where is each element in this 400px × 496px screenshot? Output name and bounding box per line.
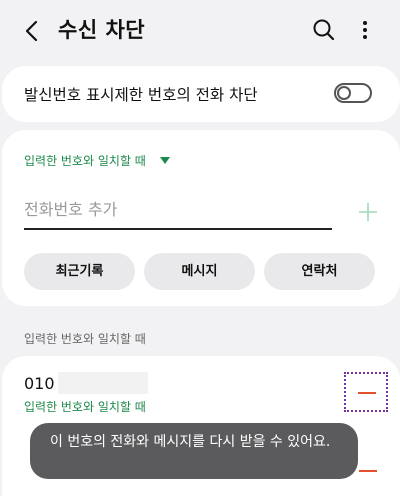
more-options-button[interactable]	[352, 16, 378, 44]
blocked-number: 010	[24, 374, 55, 393]
remove-number-button[interactable]	[344, 372, 388, 412]
app-header: 수신 차단	[0, 0, 400, 62]
blocked-list-section-label: 입력한 번호와 일치할 때	[24, 332, 146, 346]
contacts-button[interactable]: 연락처	[264, 253, 375, 290]
toast-message: 이 번호의 전화와 메시지를 다시 받을 수 있어요.	[30, 423, 358, 479]
toggle-knob	[337, 86, 351, 100]
more-vertical-icon	[363, 21, 367, 39]
page-title: 수신 차단	[58, 18, 146, 42]
add-number-card: 입력한 번호와 일치할 때 최근기록 메시지 연락처	[2, 130, 400, 306]
phone-number-input[interactable]	[24, 194, 332, 230]
blocked-number-condition: 입력한 번호와 일치할 때	[24, 400, 146, 414]
messages-button[interactable]: 메시지	[144, 253, 255, 290]
hide-number-block-label: 발신번호 표시제한 번호의 전화 차단	[24, 86, 258, 104]
add-number-button[interactable]	[356, 200, 380, 224]
recent-log-button[interactable]: 최근기록	[24, 253, 135, 290]
minus-icon	[359, 470, 377, 472]
remove-number-button-2[interactable]	[358, 461, 378, 481]
plus-icon	[359, 203, 377, 221]
back-arrow-icon	[25, 20, 38, 42]
search-button[interactable]	[310, 16, 338, 44]
dropdown-arrow-icon[interactable]	[160, 157, 170, 164]
hide-number-block-card: 발신번호 표시제한 번호의 전화 차단	[2, 66, 400, 122]
back-button[interactable]	[18, 16, 48, 46]
minus-icon	[358, 392, 376, 394]
hide-number-block-toggle[interactable]	[334, 83, 372, 103]
match-condition-dropdown[interactable]: 입력한 번호와 일치할 때	[24, 152, 146, 169]
redacted-number-block	[58, 372, 148, 394]
search-icon	[313, 19, 335, 41]
